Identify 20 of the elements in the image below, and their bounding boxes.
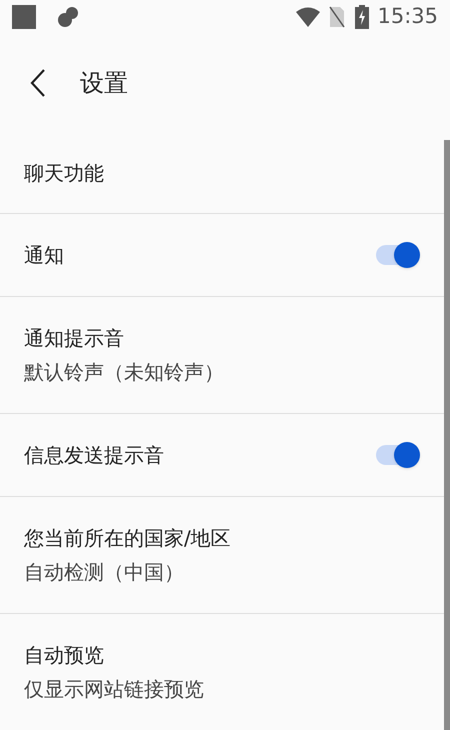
setting-label: 通知	[24, 242, 64, 269]
setting-value: 默认铃声（未知铃声）	[24, 359, 224, 386]
setting-label: 自动预览	[24, 642, 104, 669]
status-time: 15:35	[377, 3, 438, 30]
setting-value: 仅显示网站链接预览	[24, 676, 204, 703]
battery-icon	[355, 4, 370, 29]
settings-item[interactable]: 聊天功能	[0, 132, 444, 213]
setting-label: 您当前所在的国家/地区	[24, 525, 231, 552]
toggle-switch[interactable]	[374, 240, 420, 270]
setting-value: 自动检测（中国）	[24, 559, 184, 586]
page-title: 设置	[80, 68, 128, 99]
circles-icon	[56, 4, 80, 29]
no-sim-icon	[329, 6, 346, 28]
setting-label: 信息发送提示音	[24, 442, 164, 469]
wifi-icon	[295, 6, 322, 28]
toggle-switch[interactable]	[374, 440, 420, 470]
app-icon	[12, 4, 36, 29]
back-icon	[30, 68, 46, 98]
setting-label: 通知提示音	[24, 325, 124, 352]
scrollbar[interactable]	[444, 140, 450, 730]
